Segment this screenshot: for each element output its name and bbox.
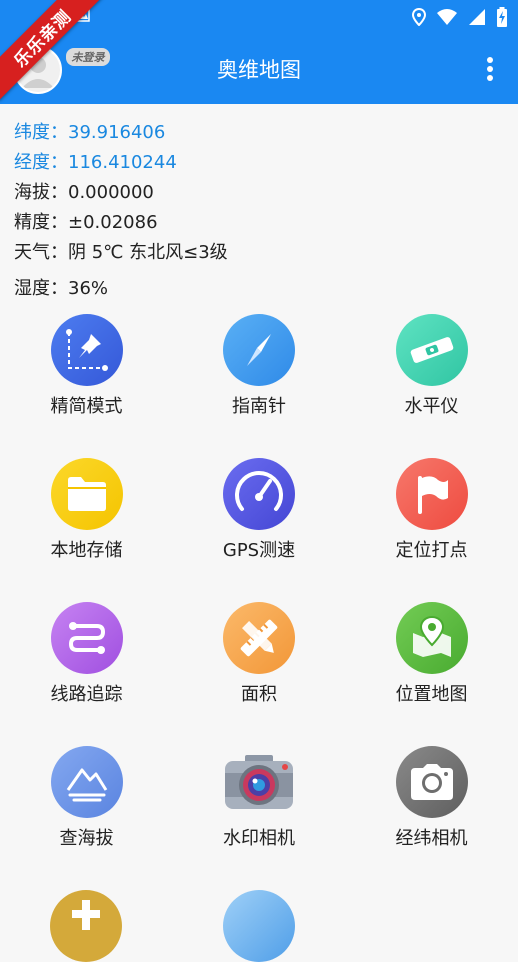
weather-text: 天气：阴 5℃ 东北风≤3级 [14,242,228,263]
water-tool-icon[interactable] [223,890,295,962]
folder-icon [50,458,123,530]
status-bar-icons [412,6,508,28]
tool-compass[interactable]: 指南针 [173,312,345,456]
tool-area[interactable]: 面积 [173,600,345,744]
location-status-icon [412,8,426,26]
altitude-text: 海拔：0.000000 [14,182,154,203]
signal-icon [469,9,485,25]
tool-location-map[interactable]: 位置地图 [345,600,518,744]
humidity-text: 湿度：36% [14,278,109,299]
tool-check-altitude[interactable]: 查海拔 [0,744,173,888]
camera-icon [395,746,468,818]
map-pin-icon [395,602,468,674]
compass-icon [223,314,295,386]
tool-route-tracking[interactable]: 线路追踪 [0,600,173,744]
tool-label: 水平仪 [404,396,459,417]
tool-gps-speed[interactable]: GPS测速 [173,456,345,600]
speedometer-icon [223,458,295,530]
tool-label: 精简模式 [50,396,123,417]
more-tool-icon[interactable] [50,890,122,962]
tool-mark-location[interactable]: 定位打点 [345,456,518,600]
latitude-text: 纬度：39.916406 [14,122,166,143]
page-title: 奥维地图 [217,58,301,82]
tool-level[interactable]: 水平仪 [345,312,518,456]
simple-mode-icon [50,314,123,386]
camera-color-icon [223,746,295,818]
tool-label: GPS测速 [222,540,296,561]
tool-label: 指南针 [232,396,286,417]
tool-label: 线路追踪 [50,684,123,705]
ruler-pencil-icon [223,602,295,674]
battery-charging-icon [497,7,507,27]
tool-grid: 精简模式 指南针 水平仪 本地存储 GPS测速 定位打点 线路追踪 面积 位置地… [0,312,518,888]
tool-label: 本地存储 [50,540,123,561]
tool-label: 查海拔 [59,828,114,849]
location-info: 纬度：39.916406 经度：116.410244 海拔：0.000000 精… [14,118,228,304]
longitude-text: 经度：116.410244 [14,152,177,173]
tool-label: 面积 [241,684,277,705]
wifi-icon [437,9,457,25]
flag-icon [395,458,468,530]
route-icon [50,602,123,674]
tool-coordinate-camera[interactable]: 经纬相机 [345,744,518,888]
level-icon [395,314,468,386]
accuracy-text: 精度：±0.02086 [14,212,158,233]
tool-local-storage[interactable]: 本地存储 [0,456,173,600]
tool-label: 定位打点 [395,540,468,561]
tool-watermark-camera[interactable]: 水印相机 [173,744,345,888]
tool-label: 经纬相机 [395,828,468,849]
more-menu-icon[interactable] [486,56,494,82]
tool-simple-mode[interactable]: 精简模式 [0,312,173,456]
tool-label: 水印相机 [223,828,295,849]
mountain-icon [50,746,123,818]
tool-label: 位置地图 [395,684,468,705]
